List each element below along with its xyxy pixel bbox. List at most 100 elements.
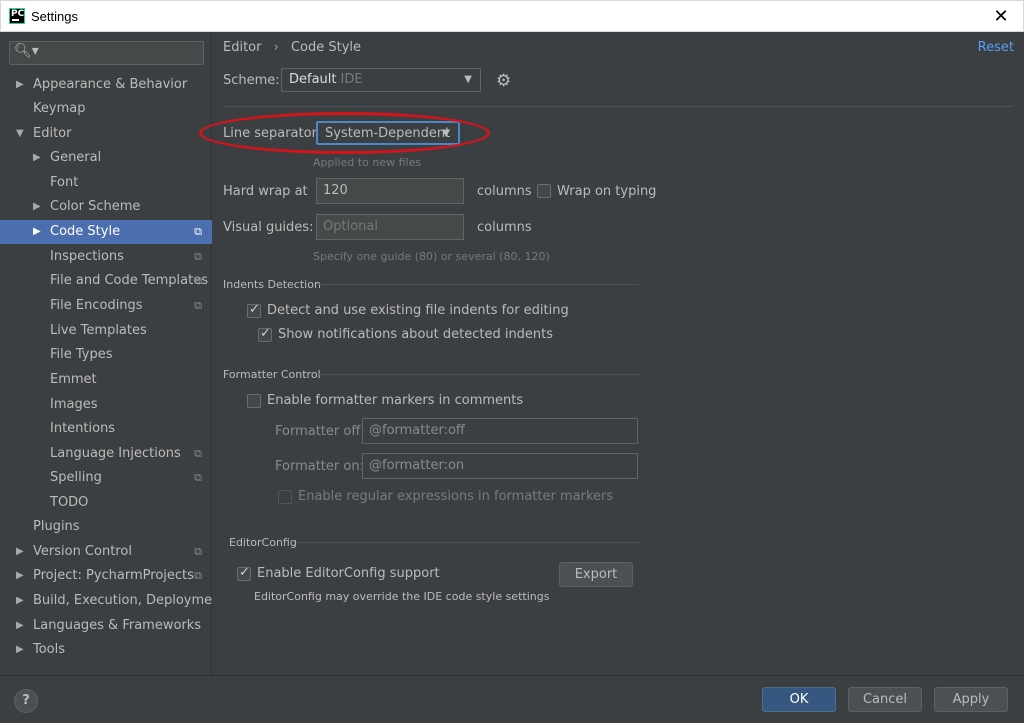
- enable-regex-label: Enable regular expressions in formatter …: [298, 489, 614, 504]
- scheme-value: Default: [289, 72, 337, 87]
- settings-sidebar: 🔍︎▾ ▶ Appearance & Behavior Keymap ▼ Edi…: [0, 32, 225, 675]
- formatter-control-title: Formatter Control: [223, 368, 321, 381]
- project-scope-icon: ⧉: [194, 545, 202, 558]
- sidebar-item-file-types[interactable]: File Types: [0, 343, 212, 367]
- project-scope-icon: ⧉: [194, 274, 202, 287]
- sidebar-item-todo[interactable]: TODO: [0, 491, 212, 515]
- visual-guides-hint: Specify one guide (80) or several (80, 1…: [313, 250, 550, 263]
- expand-arrow-icon: ▶: [16, 595, 24, 606]
- sidebar-item-images[interactable]: Images: [0, 393, 212, 417]
- scheme-label: Scheme:: [223, 73, 280, 88]
- breadcrumb-code-style: Code Style: [290, 40, 362, 55]
- sidebar-item-file-code-templates[interactable]: File and Code Templates ⧉: [0, 269, 212, 293]
- editorconfig-note: EditorConfig may override the IDE code s…: [254, 590, 550, 603]
- enable-editorconfig-label: Enable EditorConfig support: [257, 566, 440, 581]
- breadcrumb-editor[interactable]: Editor: [223, 40, 261, 55]
- enable-formatter-markers-label: Enable formatter markers in comments: [267, 393, 524, 408]
- gear-icon[interactable]: ⚙: [496, 71, 511, 91]
- sidebar-item-version-control[interactable]: ▶ Version Control ⧉: [0, 540, 212, 564]
- detect-indents-checkbox[interactable]: [247, 302, 261, 318]
- close-icon[interactable]: ✕: [979, 1, 1023, 32]
- line-separator-label: Line separator:: [223, 126, 322, 141]
- formatter-on-label: Formatter on:: [275, 459, 364, 474]
- wrap-on-typing-label: Wrap on typing: [557, 184, 657, 199]
- project-scope-icon: ⧉: [194, 250, 202, 263]
- sidebar-item-live-templates[interactable]: Live Templates: [0, 319, 212, 343]
- divider: [317, 284, 639, 285]
- search-icon: 🔍︎▾: [14, 43, 39, 59]
- formatter-off-label: Formatter off:: [275, 424, 365, 439]
- expand-arrow-icon: ▶: [16, 620, 24, 631]
- expand-arrow-icon: ▶: [16, 546, 24, 557]
- expand-arrow-icon: ▶: [16, 570, 24, 581]
- title-bar: PC Settings ✕: [0, 0, 1024, 32]
- line-separator-dropdown[interactable]: System-Dependent ▼: [316, 121, 460, 145]
- hard-wrap-input[interactable]: 120: [316, 178, 464, 204]
- sidebar-item-spelling[interactable]: Spelling ⧉: [0, 466, 212, 490]
- help-button[interactable]: ?: [14, 689, 38, 713]
- sidebar-item-emmet[interactable]: Emmet: [0, 368, 212, 392]
- collapse-arrow-icon: ▼: [16, 128, 24, 139]
- hard-wrap-unit: columns: [477, 184, 532, 199]
- indents-detection-title: Indents Detection: [223, 278, 321, 291]
- sidebar-item-code-style[interactable]: ▶ Code Style ⧉: [0, 220, 212, 244]
- cancel-button[interactable]: Cancel: [848, 687, 922, 712]
- project-scope-icon: ⧉: [194, 471, 202, 484]
- expand-arrow-icon: ▶: [33, 152, 41, 163]
- sidebar-item-plugins[interactable]: Plugins: [0, 515, 212, 539]
- project-scope-icon: ⧉: [194, 447, 202, 460]
- enable-formatter-markers-checkbox[interactable]: [247, 394, 261, 408]
- divider: [223, 106, 1013, 107]
- sidebar-item-inspections[interactable]: Inspections ⧉: [0, 245, 212, 269]
- sidebar-item-keymap[interactable]: Keymap: [0, 97, 212, 121]
- project-scope-icon: ⧉: [194, 299, 202, 312]
- window-title: Settings: [31, 9, 78, 24]
- enable-regex-checkbox[interactable]: [278, 490, 292, 504]
- hard-wrap-label: Hard wrap at: [223, 184, 308, 199]
- show-notifications-label: Show notifications about detected indent…: [278, 327, 554, 342]
- line-separator-value: System-Dependent: [325, 126, 451, 141]
- enable-editorconfig-checkbox[interactable]: [237, 565, 251, 581]
- visual-guides-unit: columns: [477, 220, 532, 235]
- expand-arrow-icon: ▶: [33, 201, 41, 212]
- ok-button[interactable]: OK: [762, 687, 836, 712]
- formatter-off-input[interactable]: @formatter:off: [362, 418, 638, 444]
- wrap-on-typing-checkbox[interactable]: [537, 184, 551, 198]
- sidebar-item-build-execution-deployment[interactable]: ▶ Build, Execution, Deployment: [0, 589, 225, 613]
- scheme-dropdown[interactable]: Default IDE ▼: [281, 68, 481, 92]
- line-separator-hint: Applied to new files: [313, 156, 422, 169]
- editorconfig-title: EditorConfig: [229, 536, 297, 549]
- apply-button[interactable]: Apply: [934, 687, 1008, 712]
- visual-guides-input[interactable]: Optional: [316, 214, 464, 240]
- sidebar-item-general[interactable]: ▶ General: [0, 146, 212, 170]
- sidebar-item-languages-frameworks[interactable]: ▶ Languages & Frameworks: [0, 614, 212, 638]
- sidebar-item-language-injections[interactable]: Language Injections ⧉: [0, 442, 212, 466]
- search-input[interactable]: 🔍︎▾: [9, 41, 204, 65]
- expand-arrow-icon: ▶: [16, 79, 24, 90]
- reset-link[interactable]: Reset: [978, 40, 1014, 55]
- export-button[interactable]: Export: [559, 562, 633, 587]
- sidebar-item-tools[interactable]: ▶ Tools: [0, 638, 212, 662]
- breadcrumb: Editor › Code Style: [223, 40, 361, 55]
- chevron-down-icon: ▼: [464, 74, 472, 85]
- sidebar-item-file-encodings[interactable]: File Encodings ⧉: [0, 294, 212, 318]
- sidebar-item-color-scheme[interactable]: ▶ Color Scheme: [0, 195, 212, 219]
- sidebar-item-project[interactable]: ▶ Project: PycharmProjects ⧉: [0, 564, 212, 588]
- project-scope-icon: ⧉: [194, 569, 202, 582]
- code-style-panel: Editor › Code Style Reset Scheme: Defaul…: [213, 32, 1024, 675]
- scheme-suffix: IDE: [340, 72, 363, 87]
- divider: [297, 542, 639, 543]
- show-notifications-checkbox[interactable]: [258, 326, 272, 342]
- sidebar-item-editor[interactable]: ▼ Editor: [0, 122, 212, 146]
- expand-arrow-icon: ▶: [16, 644, 24, 655]
- formatter-on-input[interactable]: @formatter:on: [362, 453, 638, 479]
- detect-indents-label: Detect and use existing file indents for…: [267, 303, 569, 318]
- dialog-footer: ? OK Cancel Apply: [0, 675, 1024, 723]
- sidebar-item-intentions[interactable]: Intentions: [0, 417, 212, 441]
- divider: [319, 374, 639, 375]
- visual-guides-label: Visual guides:: [223, 220, 314, 235]
- sidebar-item-appearance-behavior[interactable]: ▶ Appearance & Behavior: [0, 73, 212, 97]
- expand-arrow-icon: ▶: [33, 226, 41, 237]
- sidebar-item-font[interactable]: Font: [0, 171, 212, 195]
- pycharm-app-icon: PC: [9, 8, 25, 24]
